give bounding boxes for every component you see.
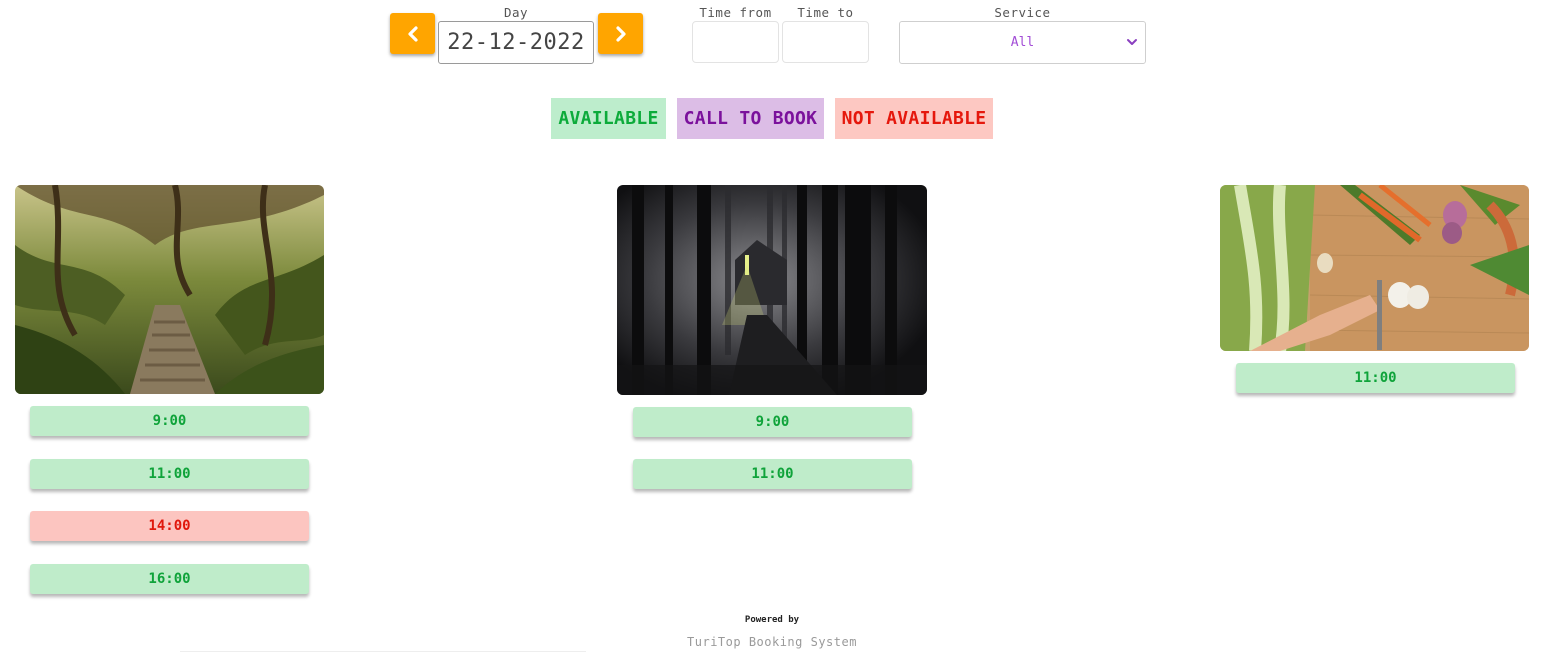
brand-link[interactable]: TuriTop Booking System xyxy=(0,635,1544,649)
service-selected-value: All xyxy=(1010,35,1035,50)
time-slot[interactable]: 11:00 xyxy=(30,459,309,489)
chevron-left-icon xyxy=(407,25,418,42)
previous-day-button[interactable] xyxy=(390,13,435,54)
time-slot[interactable]: 14:00 xyxy=(30,511,309,541)
time-slot[interactable]: 9:00 xyxy=(30,406,309,436)
legend-available: AVAILABLE xyxy=(551,98,666,139)
legend-not-available: NOT AVAILABLE xyxy=(835,98,993,139)
chevron-right-icon xyxy=(615,25,626,42)
day-label: Day xyxy=(503,5,529,20)
time-to-field[interactable] xyxy=(782,21,869,63)
powered-by-text: Powered by xyxy=(744,615,800,625)
time-slot[interactable]: 11:00 xyxy=(633,459,912,489)
dark-forest-image[interactable] xyxy=(617,185,927,395)
chevron-down-icon xyxy=(1127,39,1137,45)
next-day-button[interactable] xyxy=(598,13,643,54)
time-slot[interactable]: 11:00 xyxy=(1236,363,1515,393)
service-select[interactable]: All xyxy=(899,21,1146,64)
time-slot[interactable]: 16:00 xyxy=(30,564,309,594)
vegetables-image[interactable] xyxy=(1220,185,1529,351)
time-from-field[interactable] xyxy=(692,21,779,63)
time-slot[interactable]: 9:00 xyxy=(633,407,912,437)
day-field[interactable]: 22-12-2022 xyxy=(438,21,594,64)
service-label: Service xyxy=(994,5,1051,20)
time-from-label: Time from xyxy=(699,5,772,20)
time-to-label: Time to xyxy=(797,5,854,20)
legend-call-to-book: CALL TO BOOK xyxy=(677,98,824,139)
mossy-forest-image[interactable] xyxy=(15,185,324,394)
footer-divider xyxy=(180,651,586,652)
